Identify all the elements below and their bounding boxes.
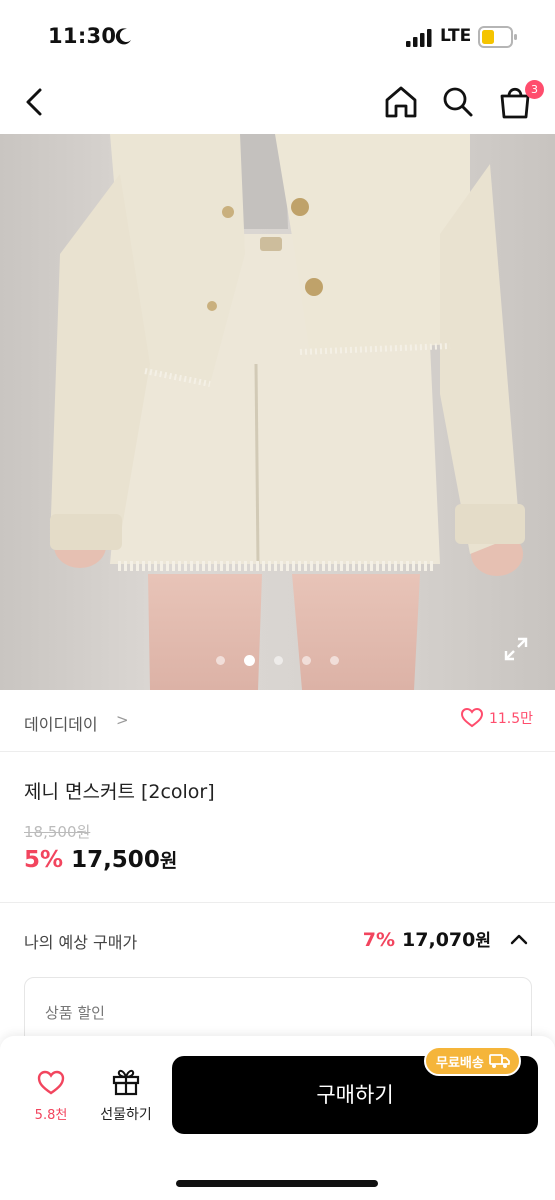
back-icon[interactable] bbox=[20, 84, 50, 120]
home-indicator bbox=[176, 1180, 378, 1187]
currency-unit: 원 bbox=[475, 931, 491, 951]
estimated-price-label: 나의 예상 구매가 bbox=[24, 933, 138, 952]
pagination-dot[interactable] bbox=[330, 656, 340, 665]
price-row: 5% 17,500원 bbox=[24, 846, 177, 873]
moon-icon bbox=[115, 28, 131, 45]
heart-icon bbox=[37, 1070, 65, 1095]
discount-rate: 5% bbox=[24, 847, 64, 873]
wishlist-count: 5.8천 bbox=[34, 1108, 68, 1123]
home-icon[interactable] bbox=[382, 84, 420, 120]
free-shipping-label: 무료배송 bbox=[436, 1055, 484, 1071]
truck-icon bbox=[488, 1054, 510, 1068]
sale-price: 17,500 bbox=[71, 847, 160, 873]
pagination-dot[interactable] bbox=[274, 656, 283, 665]
pagination-dot-active[interactable] bbox=[243, 655, 255, 666]
top-nav bbox=[0, 70, 555, 134]
product-title: 제니 면스커트 [2color] bbox=[24, 781, 215, 803]
estimated-price-value: 17,070 bbox=[402, 929, 476, 951]
chevron-right-icon: > bbox=[116, 711, 129, 729]
gift-button[interactable]: 선물하기 bbox=[92, 1068, 160, 1132]
search-icon[interactable] bbox=[440, 84, 476, 120]
original-price: 18,500원 bbox=[24, 823, 91, 841]
gift-label: 선물하기 bbox=[100, 1107, 152, 1123]
gift-icon bbox=[112, 1069, 140, 1096]
chevron-up-icon[interactable] bbox=[509, 931, 529, 947]
product-image[interactable] bbox=[0, 134, 555, 690]
brand-row[interactable]: 데이디데이 > 11.5만 bbox=[0, 690, 555, 752]
wishlist-button[interactable]: 5.8천 bbox=[20, 1070, 82, 1132]
cart-count-badge: 3 bbox=[525, 80, 544, 99]
status-time: 11:30 bbox=[48, 24, 117, 48]
currency-unit: 원 bbox=[159, 850, 178, 872]
estimated-price: 7% 17,070원 bbox=[363, 926, 491, 951]
heart-icon bbox=[460, 708, 483, 728]
image-pagination[interactable] bbox=[0, 650, 555, 666]
estimated-price-row[interactable]: 나의 예상 구매가 7% 17,070원 bbox=[0, 903, 555, 975]
product-discount-label: 상품 할인 bbox=[45, 1004, 105, 1022]
free-shipping-badge: 무료배송 bbox=[424, 1046, 521, 1076]
network-type: LTE bbox=[440, 26, 472, 46]
brand-name[interactable]: 데이디데이 bbox=[24, 711, 98, 735]
status-bar: 11:30 LTE bbox=[0, 0, 555, 70]
pagination-dot[interactable] bbox=[302, 656, 312, 665]
product-photo bbox=[50, 134, 525, 690]
battery-icon bbox=[478, 26, 517, 48]
expand-icon[interactable] bbox=[503, 636, 529, 662]
pagination-dot[interactable] bbox=[215, 656, 225, 665]
signal-icon bbox=[406, 29, 432, 47]
brand-like-button[interactable]: 11.5만 bbox=[460, 708, 533, 728]
estimated-discount-rate: 7% bbox=[362, 929, 396, 951]
brand-likes-count: 11.5만 bbox=[488, 711, 533, 727]
